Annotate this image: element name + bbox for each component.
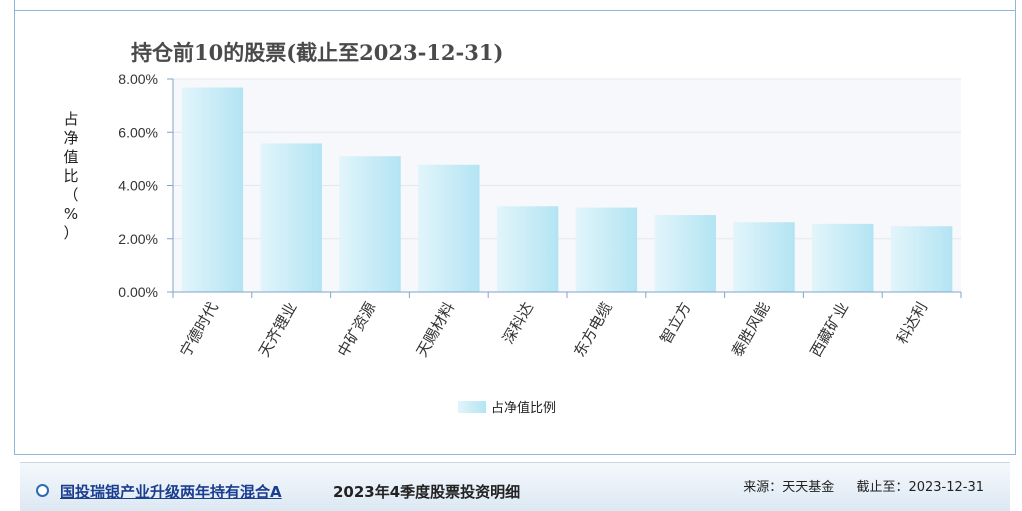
y-axis-label-char: （ <box>63 186 78 204</box>
bar[interactable] <box>181 87 244 293</box>
holdings-bar-chart: 持仓前10的股票(截止至2023-12-31) 0.00% 2.00% 4.00% 6… <box>63 40 962 416</box>
legend[interactable]: 占净值比例 <box>458 400 556 416</box>
section-meta: 来源：天天基金 截止至：2023-12-31 <box>725 476 984 495</box>
y-axis-label-char: % <box>64 205 78 223</box>
y-axis-label-char: 值 <box>63 148 78 166</box>
bar[interactable] <box>654 215 716 292</box>
y-tick-label: 4.00% <box>118 178 158 194</box>
y-axis-label-char: 占 <box>63 110 78 128</box>
x-category-label: 宁德时代 <box>176 299 222 360</box>
bar[interactable] <box>496 206 559 292</box>
x-category-label: 中矿资源 <box>334 299 380 360</box>
bar[interactable] <box>890 226 953 292</box>
x-category-label: 东方电缆 <box>570 299 616 360</box>
y-tick-label: 8.00% <box>118 71 158 87</box>
bar[interactable] <box>812 223 874 292</box>
x-category-label: 泰胜风能 <box>728 299 774 360</box>
x-category-label: 天齐锂业 <box>255 299 301 360</box>
bar[interactable] <box>339 156 401 292</box>
section-title: 2023年4季度股票投资明细 <box>333 483 521 501</box>
y-tick-labels: 0.00% 2.00% 4.00% 6.00% 8.00% <box>118 71 158 300</box>
circle-bullet-icon <box>36 484 49 497</box>
x-category-label: 智立方 <box>657 299 695 347</box>
y-axis-label: 占净值比（%） <box>63 110 78 242</box>
bar[interactable] <box>733 222 795 292</box>
y-tick-label: 0.00% <box>118 284 158 300</box>
legend-label: 占净值比例 <box>491 400 556 416</box>
x-category-label: 科达利 <box>893 299 931 347</box>
x-category-label: 深科达 <box>499 299 537 347</box>
data-source: 来源：天天基金 <box>743 480 835 495</box>
chart-title: 持仓前10的股票(截止至2023-12-31) <box>131 40 503 65</box>
y-tick-label: 2.00% <box>118 231 158 247</box>
fund-name-link[interactable]: 国投瑞银产业升级两年持有混合A <box>60 481 282 502</box>
x-category-label: 西藏矿业 <box>807 299 853 360</box>
x-category-labels: 宁德时代 天齐锂业 中矿资源 天赐材料 深科达 东方电缆 智立方 泰胜风能 西藏矿业 科达利 <box>176 299 931 360</box>
y-axis-label-char: 净 <box>63 129 78 147</box>
chart-panel: 持仓前10的股票(截止至2023-12-31) 0.00% 2.00% 4.00% 6… <box>0 0 1022 511</box>
legend-swatch <box>458 401 486 413</box>
y-axis-label-char: 比 <box>63 167 78 185</box>
as-of-date: 截止至：2023-12-31 <box>856 480 984 495</box>
y-axis-label-char: ） <box>63 224 78 242</box>
y-tick-label: 6.00% <box>118 124 158 140</box>
bar[interactable] <box>260 143 322 292</box>
holdings-detail-header: 国投瑞银产业升级两年持有混合A 2023年4季度股票投资明细 来源：天天基金 截… <box>20 462 1010 511</box>
bar[interactable] <box>418 164 480 292</box>
x-category-label: 天赐材料 <box>413 299 459 360</box>
bar[interactable] <box>575 207 638 292</box>
